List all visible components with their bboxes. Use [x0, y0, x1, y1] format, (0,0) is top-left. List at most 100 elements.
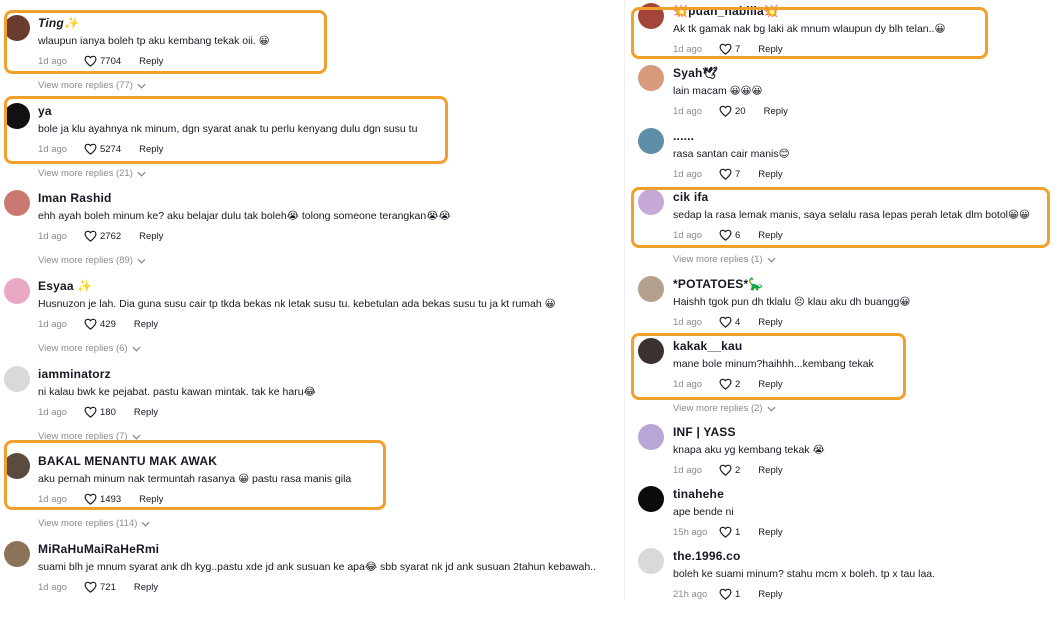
comment-time: 21h ago: [673, 588, 708, 600]
like-button[interactable]: 20: [719, 105, 746, 117]
comment-username[interactable]: kakak__kau: [673, 339, 742, 353]
comment-username[interactable]: ya: [38, 104, 52, 118]
comment-meta: 15h ago 1 Reply: [673, 526, 783, 538]
comment-meta: 1d ago 5274 Reply: [38, 143, 163, 155]
heart-icon: [719, 378, 735, 390]
like-button[interactable]: 4: [719, 316, 740, 328]
view-more-label: View more replies (2): [673, 403, 763, 414]
comment-username[interactable]: Ting✨: [38, 16, 79, 30]
comment-username[interactable]: ......: [673, 129, 694, 143]
heart-icon: [84, 318, 100, 330]
avatar[interactable]: [4, 541, 30, 567]
avatar[interactable]: [638, 338, 664, 364]
comment-username[interactable]: iamminatorz: [38, 367, 111, 381]
comment-time: 1d ago: [673, 168, 703, 180]
like-button[interactable]: 5274: [84, 143, 121, 155]
like-count: 2: [735, 378, 741, 390]
avatar[interactable]: [4, 278, 30, 304]
comment-username[interactable]: Iman Rashid: [38, 191, 112, 205]
like-button[interactable]: 721: [84, 581, 116, 593]
comment-username[interactable]: 💥puan_nabilla💥: [673, 4, 779, 18]
reply-button[interactable]: Reply: [758, 465, 782, 476]
like-button[interactable]: 1493: [84, 493, 121, 505]
avatar[interactable]: [4, 190, 30, 216]
like-button[interactable]: 2762: [84, 230, 121, 242]
like-button[interactable]: 7: [719, 168, 740, 180]
like-count: 721: [100, 581, 116, 593]
reply-button[interactable]: Reply: [134, 319, 158, 330]
like-count: 4: [735, 316, 741, 328]
avatar[interactable]: [638, 128, 664, 154]
comment-text: aku pernah minum nak termuntah rasanya 😀…: [38, 473, 352, 485]
comment-username[interactable]: INF | YASS: [673, 425, 736, 439]
comment-username[interactable]: Esyaa ✨: [38, 279, 92, 293]
like-button[interactable]: 180: [84, 406, 116, 418]
reply-button[interactable]: Reply: [139, 56, 163, 67]
comment-username[interactable]: MiRaHuMaiRaHeRmi: [38, 542, 159, 556]
like-button[interactable]: 7704: [84, 55, 121, 67]
reply-button[interactable]: Reply: [758, 317, 782, 328]
comment-username[interactable]: BAKAL MENANTU MAK AWAK: [38, 454, 217, 468]
comment-time: 1d ago: [38, 406, 68, 418]
like-button[interactable]: 2: [719, 378, 740, 390]
like-button[interactable]: 6: [719, 229, 740, 241]
view-more-replies[interactable]: View more replies (7): [38, 431, 141, 442]
like-button[interactable]: 7: [719, 43, 740, 55]
comment-username[interactable]: tinahehe: [673, 487, 724, 501]
comment-text: ni kalau bwk ke pejabat. pastu kawan min…: [38, 386, 316, 398]
reply-button[interactable]: Reply: [139, 231, 163, 242]
reply-button[interactable]: Reply: [134, 582, 158, 593]
avatar[interactable]: [638, 189, 664, 215]
heart-icon: [84, 406, 100, 418]
reply-button[interactable]: Reply: [758, 230, 782, 241]
reply-button[interactable]: Reply: [139, 144, 163, 155]
view-more-replies[interactable]: View more replies (1): [673, 254, 776, 265]
reply-button[interactable]: Reply: [758, 527, 782, 538]
view-more-label: View more replies (1): [673, 254, 763, 265]
like-button[interactable]: 1: [719, 588, 740, 600]
comment-text: boleh ke suami minum? stahu mcm x boleh.…: [673, 568, 936, 580]
like-count: 1: [735, 588, 741, 600]
comment-time: 1d ago: [673, 378, 703, 390]
comment-username[interactable]: cik ifa: [673, 190, 708, 204]
like-button[interactable]: 429: [84, 318, 116, 330]
avatar[interactable]: [638, 486, 664, 512]
reply-button[interactable]: Reply: [134, 407, 158, 418]
chevron-down-icon: [128, 346, 141, 352]
view-more-replies[interactable]: View more replies (77): [38, 80, 146, 91]
reply-button[interactable]: Reply: [758, 169, 782, 180]
comment-username[interactable]: Syah🕊: [673, 66, 718, 80]
avatar[interactable]: [638, 424, 664, 450]
comment-time: 1d ago: [673, 43, 703, 55]
avatar[interactable]: [638, 548, 664, 574]
view-more-replies[interactable]: View more replies (21): [38, 168, 146, 179]
view-more-replies[interactable]: View more replies (6): [38, 343, 141, 354]
avatar[interactable]: [4, 15, 30, 41]
avatar[interactable]: [638, 65, 664, 91]
avatar[interactable]: [4, 366, 30, 392]
avatar[interactable]: [638, 276, 664, 302]
like-button[interactable]: 2: [719, 464, 740, 476]
view-more-replies[interactable]: View more replies (2): [673, 403, 776, 414]
view-more-replies[interactable]: View more replies (89): [38, 255, 146, 266]
avatar[interactable]: [4, 103, 30, 129]
comment-username[interactable]: *POTATOES*🦕: [673, 277, 764, 291]
avatar[interactable]: [638, 3, 664, 29]
comment-text: bole ja klu ayahnya nk minum, dgn syarat…: [38, 123, 418, 135]
like-count: 1493: [100, 493, 122, 505]
reply-button[interactable]: Reply: [758, 379, 782, 390]
comment-username[interactable]: the.1996.co: [673, 549, 741, 563]
comment-time: 1d ago: [673, 316, 703, 328]
view-more-label: View more replies (89): [38, 255, 133, 266]
comment-item: BAKAL MENANTU MAK AWAK aku pernah minum n…: [0, 453, 620, 536]
like-button[interactable]: 1: [719, 526, 740, 538]
comment-meta: 1d ago 180 Reply: [38, 406, 158, 418]
reply-button[interactable]: Reply: [764, 106, 788, 117]
view-more-replies[interactable]: View more replies (114): [38, 518, 150, 529]
reply-button[interactable]: Reply: [758, 589, 782, 600]
view-more-label: View more replies (7): [38, 431, 128, 442]
reply-button[interactable]: Reply: [758, 44, 782, 55]
avatar[interactable]: [4, 453, 30, 479]
comment-time: 1d ago: [38, 55, 68, 67]
reply-button[interactable]: Reply: [139, 494, 163, 505]
